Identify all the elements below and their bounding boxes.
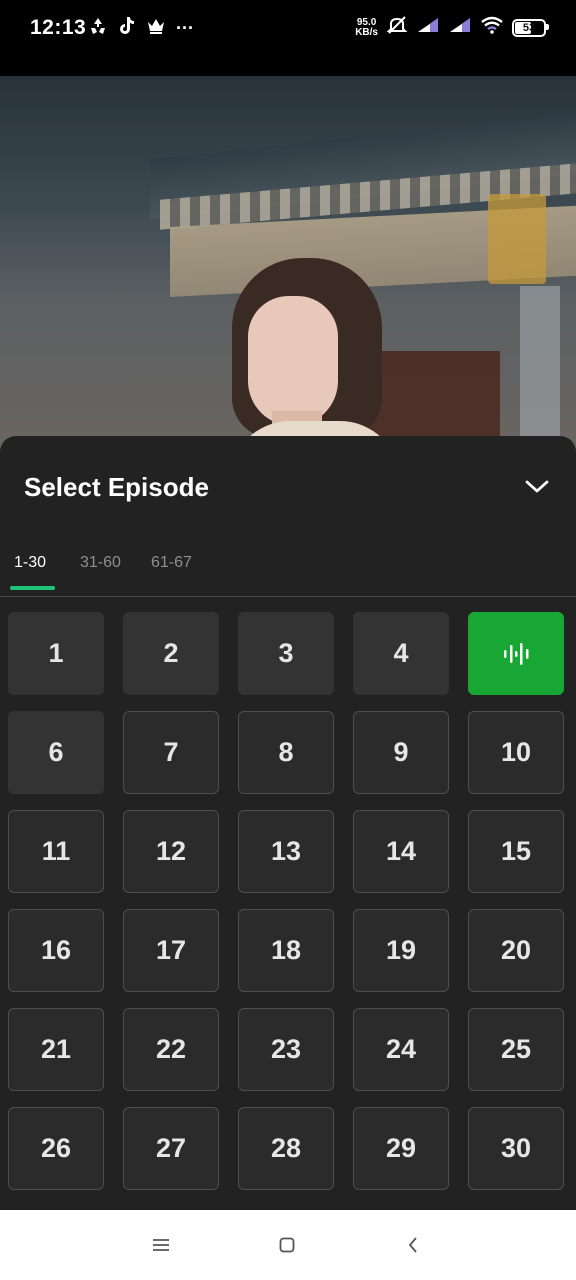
tab-1-30[interactable]: 1-30 xyxy=(14,554,46,572)
video-ornament xyxy=(488,194,546,284)
sound-wave-icon xyxy=(504,642,529,665)
episode-button[interactable]: 26 xyxy=(8,1107,104,1190)
episode-button[interactable]: 7 xyxy=(123,711,219,794)
episode-button[interactable]: 16 xyxy=(8,909,104,992)
signal-icon-2 xyxy=(448,16,472,39)
status-right-icons: 95.0 KB/s 53 xyxy=(355,14,549,41)
status-left-icons: ··· xyxy=(88,16,194,41)
video-person-face xyxy=(248,296,338,426)
more-status-icon: ··· xyxy=(176,18,194,38)
wifi-icon xyxy=(480,16,504,39)
episode-button[interactable]: 9 xyxy=(353,711,449,794)
status-bar: 12:13 ··· 95.0 KB/s 53 xyxy=(0,0,576,76)
episode-button[interactable]: 27 xyxy=(123,1107,219,1190)
episode-button[interactable]: 20 xyxy=(468,909,564,992)
episode-button[interactable]: 4 xyxy=(353,612,449,695)
episode-button[interactable]: 11 xyxy=(8,810,104,893)
episode-button-current[interactable] xyxy=(468,612,564,695)
net-speed-unit: KB/s xyxy=(355,26,378,38)
episode-button[interactable]: 8 xyxy=(238,711,334,794)
chevron-down-icon xyxy=(525,480,549,493)
episode-button[interactable]: 21 xyxy=(8,1008,104,1091)
back-chevron-icon xyxy=(408,1237,417,1253)
episode-button[interactable]: 23 xyxy=(238,1008,334,1091)
recycle-icon xyxy=(88,16,108,41)
episode-button[interactable]: 30 xyxy=(468,1107,564,1190)
episode-button[interactable]: 12 xyxy=(123,810,219,893)
episode-button[interactable]: 13 xyxy=(238,810,334,893)
episode-button[interactable]: 17 xyxy=(123,909,219,992)
episode-button[interactable]: 25 xyxy=(468,1008,564,1091)
system-nav-bar xyxy=(0,1210,576,1280)
battery-level: 53 xyxy=(522,21,536,34)
collapse-button[interactable] xyxy=(518,472,556,502)
episode-button[interactable]: 22 xyxy=(123,1008,219,1091)
crown-icon xyxy=(146,17,166,40)
net-speed-value: 95.0 xyxy=(356,16,377,28)
nav-back-button[interactable] xyxy=(398,1232,428,1258)
episode-button[interactable]: 19 xyxy=(353,909,449,992)
mute-icon xyxy=(386,14,408,41)
tab-indicator xyxy=(10,586,55,590)
episode-button[interactable]: 24 xyxy=(353,1008,449,1091)
episode-grid: 1 2 3 4 6 7 8 9 10 11 12 13 14 15 16 17 … xyxy=(8,612,564,1190)
battery-icon: 53 xyxy=(512,18,549,37)
episode-button[interactable]: 28 xyxy=(238,1107,334,1190)
signal-icon xyxy=(416,16,440,39)
tab-31-60[interactable]: 31-60 xyxy=(80,554,121,572)
episode-button[interactable]: 2 xyxy=(123,612,219,695)
sheet-title: Select Episode xyxy=(24,472,209,502)
episode-button[interactable]: 3 xyxy=(238,612,334,695)
nav-menu-button[interactable] xyxy=(146,1232,176,1258)
status-time: 12:13 xyxy=(30,16,87,39)
episode-button[interactable]: 10 xyxy=(468,711,564,794)
episode-button[interactable]: 15 xyxy=(468,810,564,893)
episode-button[interactable]: 29 xyxy=(353,1107,449,1190)
video-player[interactable] xyxy=(0,76,576,456)
net-speed: 95.0 KB/s xyxy=(355,16,378,38)
episode-range-tabs: 1-30 31-60 61-67 xyxy=(0,546,576,597)
episode-button[interactable]: 18 xyxy=(238,909,334,992)
video-pillar xyxy=(520,286,560,456)
nav-home-button[interactable] xyxy=(272,1232,302,1258)
home-square-icon xyxy=(279,1237,295,1253)
tab-61-67[interactable]: 61-67 xyxy=(151,554,192,572)
episode-button[interactable]: 1 xyxy=(8,612,104,695)
menu-icon xyxy=(153,1239,169,1251)
tiktok-icon xyxy=(118,16,136,41)
episode-button[interactable]: 6 xyxy=(8,711,104,794)
episode-sheet: Select Episode 1-30 31-60 61-67 1 2 3 4 … xyxy=(0,436,576,1210)
episode-button[interactable]: 14 xyxy=(353,810,449,893)
